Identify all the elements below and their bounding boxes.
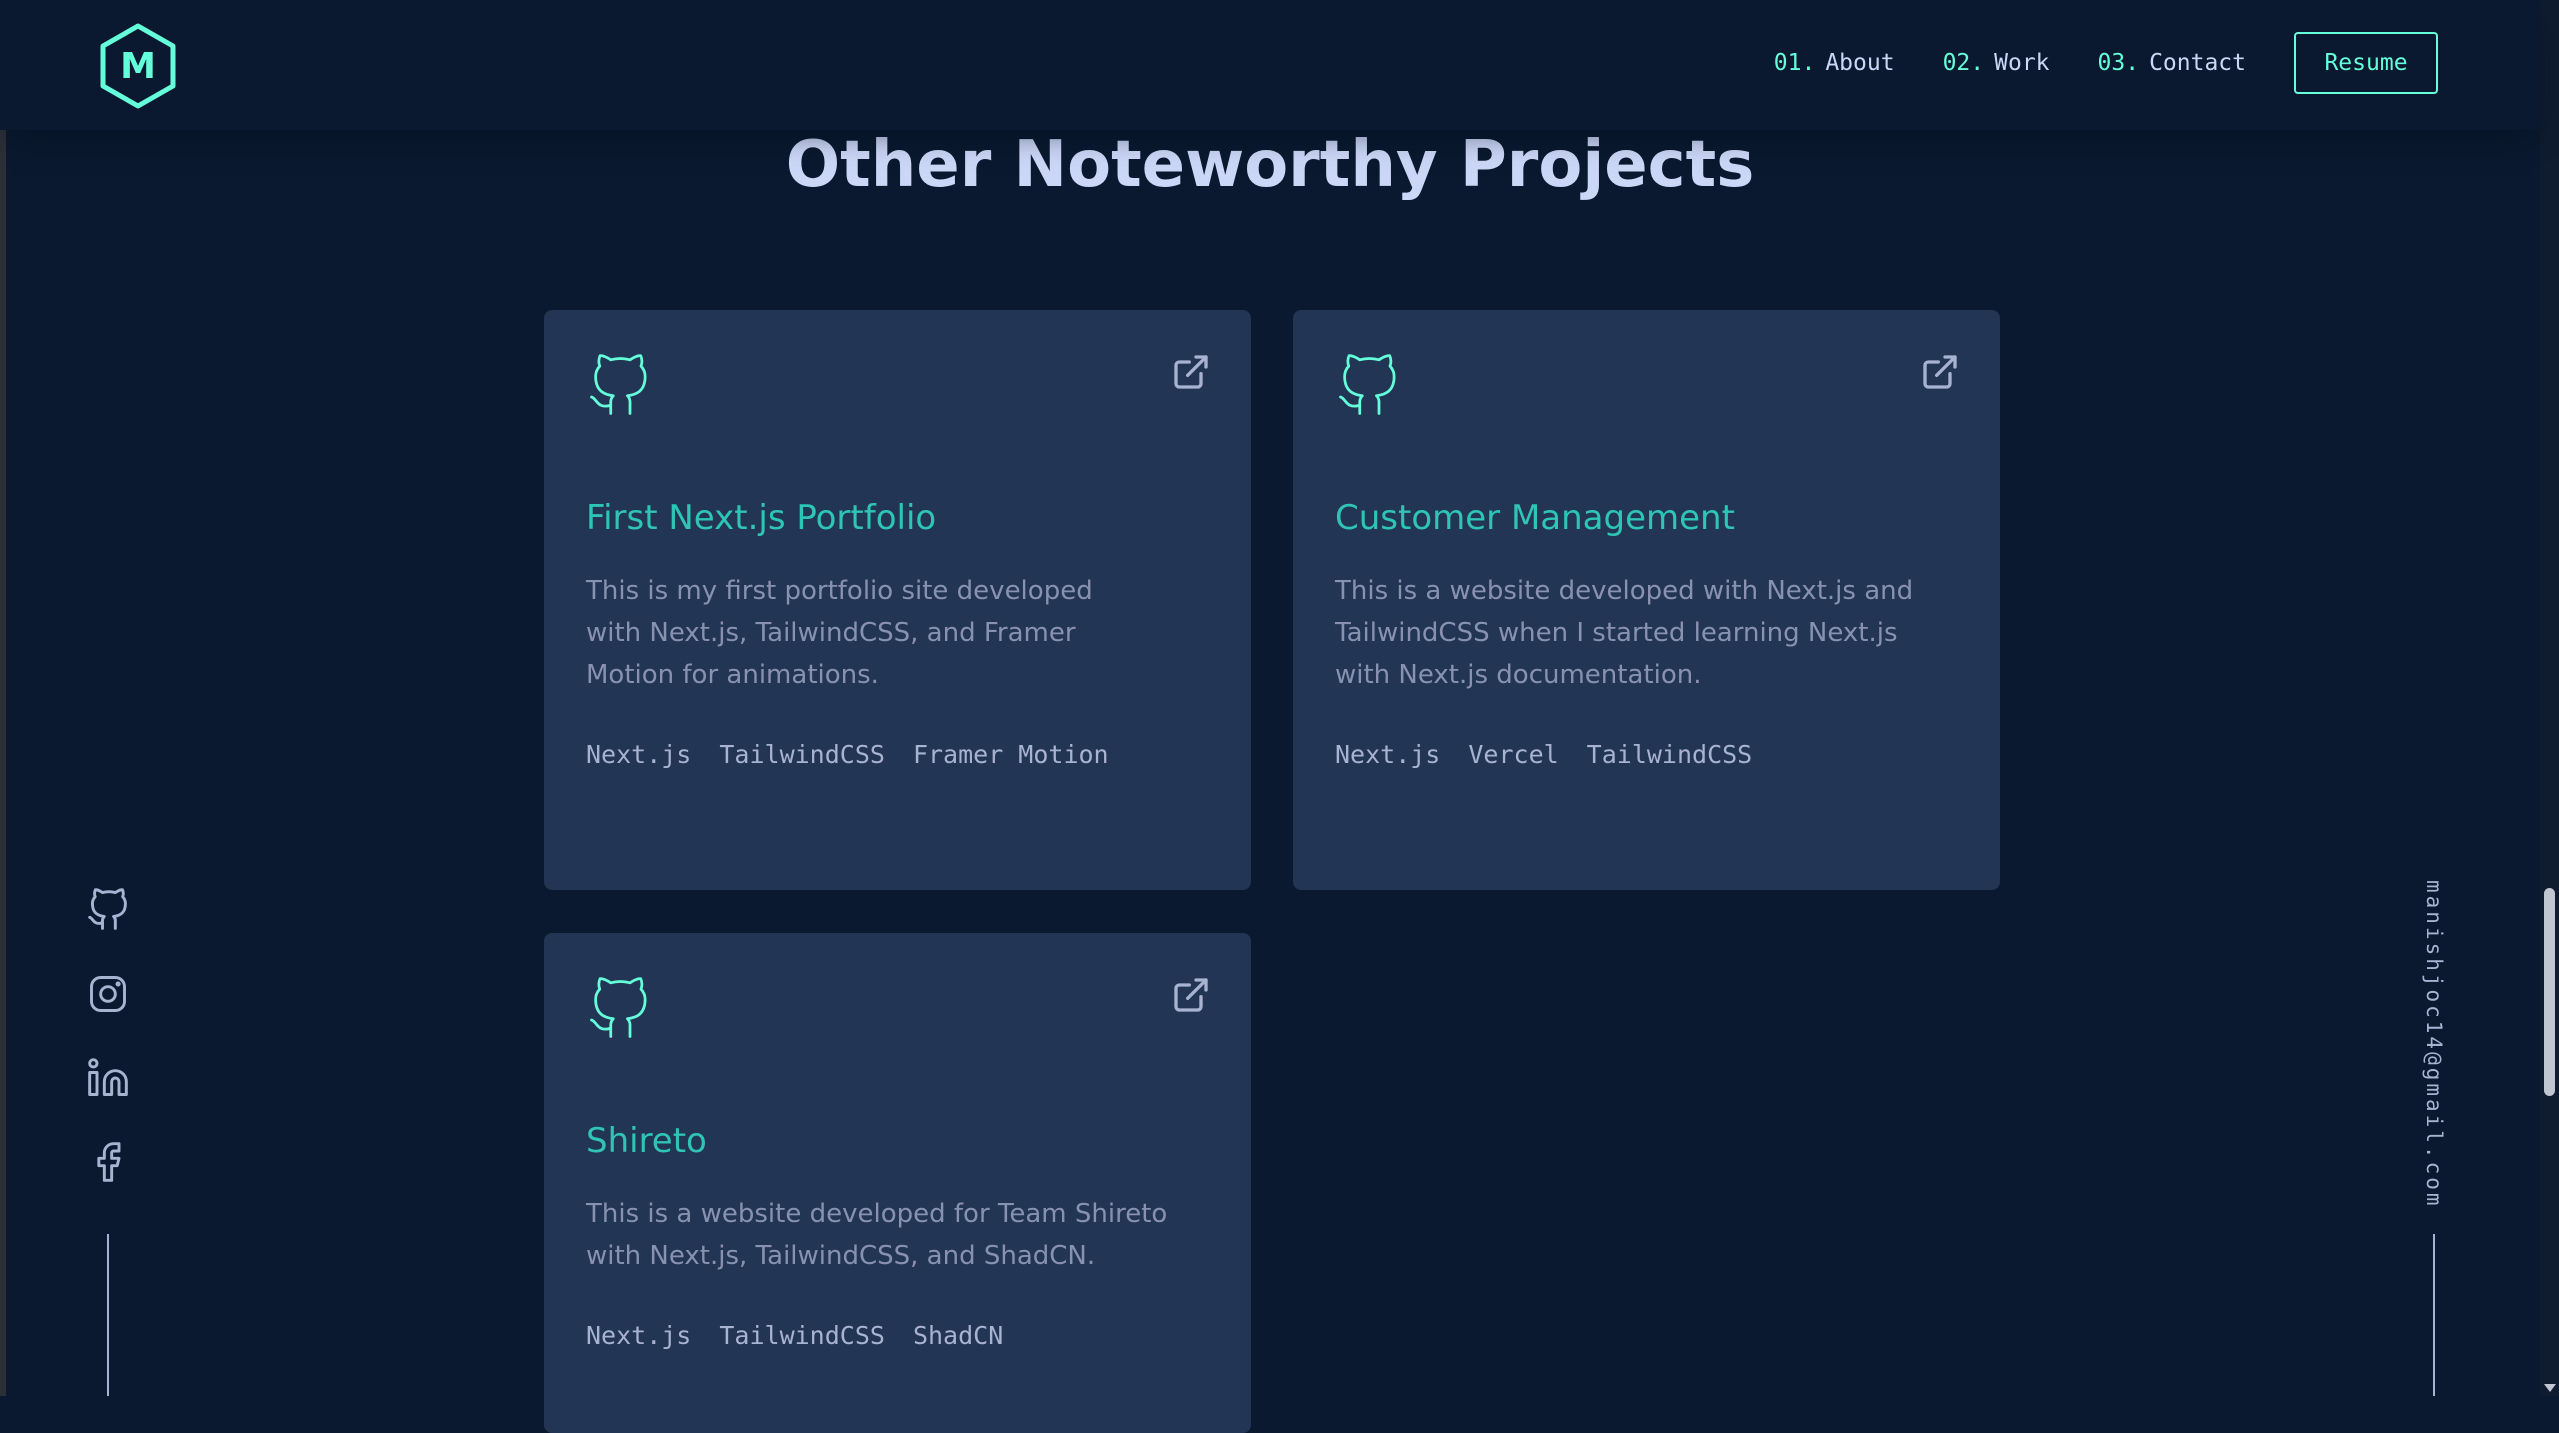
project-title[interactable]: Customer Management — [1335, 498, 1735, 538]
tech-item: Next.js — [586, 1321, 692, 1350]
section-title: Other Noteworthy Projects — [785, 128, 1755, 202]
scrollbar-thumb[interactable] — [2544, 888, 2555, 1096]
social-links — [86, 888, 130, 1224]
logo-letter: M — [120, 45, 156, 87]
tech-item: ShadCN — [912, 1321, 1004, 1350]
logo[interactable]: M — [98, 22, 178, 110]
github-icon[interactable] — [1335, 350, 1401, 422]
external-link-icon[interactable] — [1920, 352, 1960, 392]
tech-item: Framer Motion — [912, 740, 1109, 769]
window-edge — [0, 0, 6, 1396]
tech-item: TailwindCSS — [1586, 740, 1753, 769]
page: M 01. About 02. Work 03. Contact Resume Oth… — [0, 0, 2559, 1433]
nav-link-work[interactable]: 02. Work — [1943, 50, 2050, 76]
nav-link-about[interactable]: 01. About — [1774, 50, 1895, 76]
main-nav: 01. About 02. Work 03. Contact Resume — [1774, 32, 2438, 94]
github-icon[interactable] — [586, 973, 652, 1045]
instagram-icon — [90, 976, 126, 1012]
nav-number: 01. — [1773, 50, 1816, 76]
tech-item: Vercel — [1468, 740, 1559, 769]
external-link-icon[interactable] — [1171, 975, 1211, 1015]
email-link[interactable]: manishjoc14@gmail.com — [2422, 880, 2446, 1209]
nav-label: Contact — [2149, 50, 2246, 76]
scrollbar[interactable] — [2540, 0, 2559, 1396]
social-linkedin[interactable] — [86, 1056, 130, 1100]
tech-list: Next.js TailwindCSS Framer Motion — [586, 740, 1137, 769]
project-description: This is a website developed with Next.js… — [1335, 576, 1914, 690]
nav-number: 03. — [2097, 50, 2140, 76]
nav-link-contact[interactable]: 03. Contact — [2098, 50, 2246, 76]
tech-list: Next.js TailwindCSS ShadCN — [586, 1321, 1031, 1350]
social-instagram[interactable] — [86, 972, 130, 1016]
nav-label: About — [1825, 50, 1895, 76]
project-title[interactable]: Shireto — [586, 1121, 707, 1161]
facebook-icon — [97, 1142, 121, 1182]
project-card: First Next.js Portfolio This is my first… — [544, 310, 1251, 890]
project-title[interactable]: First Next.js Portfolio — [586, 498, 936, 538]
tech-item: Next.js — [1335, 740, 1441, 769]
linkedin-icon — [88, 1058, 128, 1096]
social-facebook[interactable] — [86, 1140, 130, 1184]
project-card: Shireto This is a website developed for … — [544, 933, 1251, 1433]
nav-label: Work — [1994, 50, 2050, 76]
resume-button[interactable]: Resume — [2294, 32, 2438, 94]
email-divider-line — [2433, 1234, 2435, 1396]
social-divider-line — [107, 1234, 109, 1396]
email-column: manishjoc14@gmail.com — [2412, 876, 2456, 1212]
external-link-icon[interactable] — [1171, 352, 1211, 392]
nav-number: 02. — [1942, 50, 1985, 76]
tech-item: Next.js — [586, 740, 692, 769]
tech-list: Next.js Vercel TailwindCSS — [1335, 740, 1780, 769]
scroll-down-arrow-icon[interactable] — [2544, 1384, 2556, 1392]
header: M 01. About 02. Work 03. Contact Resume — [0, 0, 2540, 130]
project-description: This is a website developed for Team Shi… — [586, 1199, 1168, 1271]
tech-item: TailwindCSS — [719, 1321, 885, 1350]
github-icon[interactable] — [586, 350, 652, 422]
tech-item: TailwindCSS — [719, 740, 885, 769]
github-icon — [88, 888, 127, 930]
social-github[interactable] — [86, 888, 130, 932]
project-card: Customer Management This is a website de… — [1293, 310, 2000, 890]
project-description: This is my first portfolio site develope… — [586, 576, 1093, 690]
